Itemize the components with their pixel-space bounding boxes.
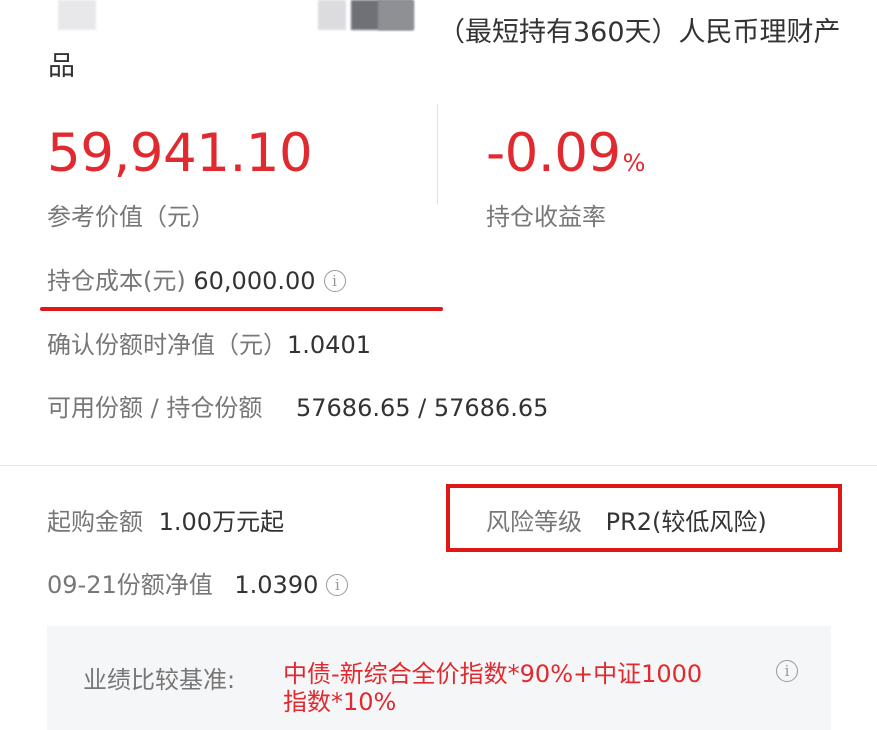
min-purchase-value: 1.00万元起 — [158, 508, 285, 536]
holding-cost-value: 60,000.00 — [193, 267, 316, 295]
confirm-nav-label: 确认份额时净值（元） — [47, 331, 287, 359]
risk-highlight-box — [446, 484, 842, 552]
reference-value: 59,941.10 — [47, 123, 313, 184]
benchmark-info: i — [768, 660, 798, 683]
date-nav-value: 1.0390 — [234, 571, 319, 599]
confirm-nav-row: 确认份额时净值（元）1.0401 — [47, 325, 371, 360]
product-title: （最短持有360天）人民币理财产 — [438, 17, 841, 48]
benchmark-label: 业绩比较基准: — [83, 666, 236, 694]
confirm-nav-value: 1.0401 — [287, 331, 371, 359]
red-underline-annotation — [40, 307, 443, 311]
reference-value-label: 参考价值（元） — [47, 203, 215, 231]
shares-value: 57686.65 / 57686.65 — [295, 394, 549, 422]
product-title-continued: 品 — [48, 51, 75, 82]
blurred-title-fragment — [378, 0, 414, 30]
return-rate-label: 持仓收益率 — [486, 203, 606, 231]
shares-row: 可用份额 / 持仓份额 57686.65 / 57686.65 — [47, 388, 548, 423]
return-rate-number: -0.09 — [486, 123, 621, 184]
info-icon[interactable]: i — [323, 270, 346, 292]
min-purchase-row: 起购金额 1.00万元起 — [47, 502, 284, 537]
shares-label: 可用份额 / 持仓份额 — [47, 394, 263, 422]
holding-cost-row: 持仓成本(元) 60,000.00 i — [47, 261, 346, 296]
info-icon[interactable]: i — [326, 574, 349, 596]
holding-cost-label: 持仓成本(元) — [47, 267, 186, 295]
info-icon[interactable]: i — [776, 660, 798, 682]
return-rate: -0.09% — [486, 123, 645, 184]
date-nav-row: 09-21份额净值 1.0390 i — [47, 565, 349, 600]
date-nav-label: 09-21份额净值 — [47, 571, 213, 599]
return-rate-unit: % — [622, 149, 646, 177]
blurred-title-fragment — [318, 0, 346, 30]
summary-divider — [437, 104, 438, 204]
benchmark-text: 中债-新综合全价指数*90%+中证1000指数*10% — [283, 660, 703, 716]
section-divider — [0, 465, 877, 466]
blurred-title-fragment — [58, 0, 96, 30]
min-purchase-label: 起购金额 — [47, 508, 143, 536]
